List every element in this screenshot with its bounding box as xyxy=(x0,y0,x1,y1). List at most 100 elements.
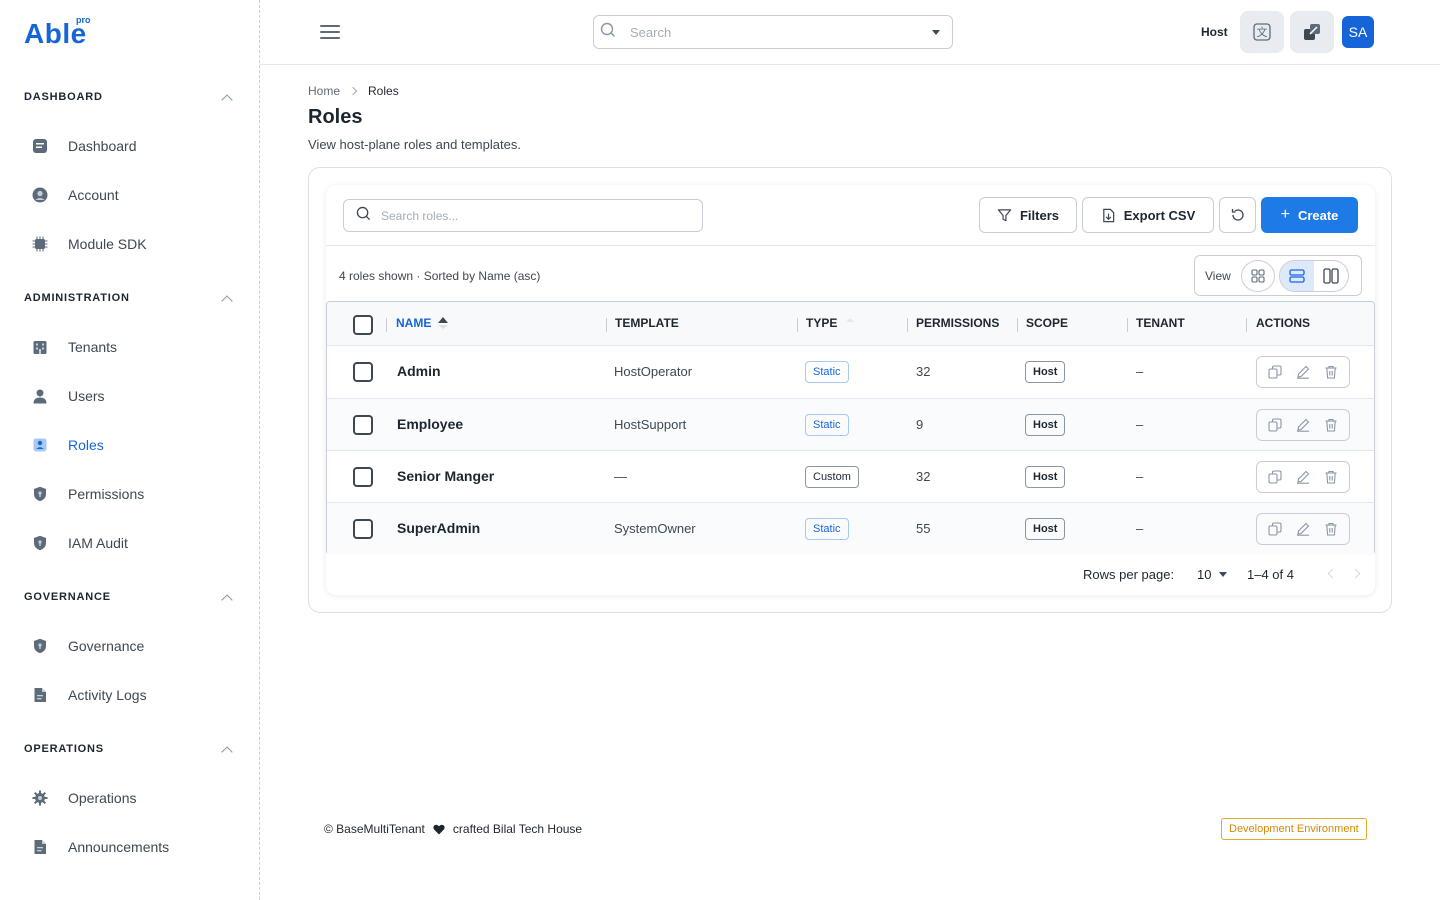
translate-icon: 文 xyxy=(1253,23,1271,41)
scope-badge: Host xyxy=(1025,414,1066,436)
logo[interactable]: Able pro xyxy=(24,15,91,50)
column-header-name[interactable]: NAME xyxy=(396,316,449,330)
edit-icon[interactable] xyxy=(1293,415,1313,435)
role-name[interactable]: Admin xyxy=(397,363,441,379)
sidebar-item-iam-audit[interactable]: IAM Audit xyxy=(24,523,235,563)
filters-button[interactable]: Filters xyxy=(979,197,1077,233)
sidebar-item-account[interactable]: Account xyxy=(24,175,235,215)
sidebar-item-label: Governance xyxy=(68,638,145,654)
type-badge: Static xyxy=(805,361,849,383)
sidebar-item-module-sdk[interactable]: Module SDK xyxy=(24,224,235,264)
filters-label: Filters xyxy=(1019,207,1059,223)
trash-icon[interactable] xyxy=(1321,362,1341,382)
sidebar-item-label: Permissions xyxy=(68,486,145,502)
breadcrumb-home-link[interactable]: Home xyxy=(308,84,340,98)
role-name[interactable]: Senior Manger xyxy=(397,468,494,484)
nav-section-administration[interactable]: ADMINISTRATION xyxy=(24,288,235,308)
host-context-label: Host xyxy=(1201,25,1228,39)
table-row[interactable]: Senior Manger — Custom 32 Host – xyxy=(327,450,1374,503)
sidebar-item-governance[interactable]: Governance xyxy=(24,626,235,666)
export-csv-button[interactable]: Export CSV xyxy=(1082,197,1214,233)
role-tenant: – xyxy=(1136,364,1144,379)
column-header-tenant[interactable]: TENANT xyxy=(1136,316,1185,330)
list-view-button[interactable] xyxy=(1279,260,1314,291)
nav-section-governance[interactable]: GOVERNANCE xyxy=(24,587,235,607)
refresh-button[interactable] xyxy=(1219,197,1256,233)
column-header-type[interactable]: TYPE xyxy=(806,316,855,330)
document-icon xyxy=(24,831,56,863)
sidebar-item-roles[interactable]: Roles xyxy=(24,425,235,465)
user-avatar[interactable]: SA xyxy=(1342,16,1374,48)
sidebar-item-label: Module SDK xyxy=(68,236,147,252)
sidebar-item-activity-logs[interactable]: Activity Logs xyxy=(24,675,235,715)
next-page-icon[interactable] xyxy=(1350,568,1361,579)
external-link-button[interactable] xyxy=(1290,11,1334,53)
edit-icon[interactable] xyxy=(1293,467,1313,487)
copy-icon[interactable] xyxy=(1265,467,1285,487)
search-icon xyxy=(356,206,371,226)
roles-search-input[interactable]: Search roles... xyxy=(343,199,703,232)
global-search-input[interactable]: Search xyxy=(593,15,953,49)
crafted-text[interactable]: crafted Bilal Tech House xyxy=(453,822,582,836)
create-role-button[interactable]: + Create xyxy=(1261,197,1358,233)
type-badge: Static xyxy=(805,414,849,436)
sidebar-item-announcements[interactable]: Announcements xyxy=(24,827,235,867)
row-checkbox[interactable] xyxy=(353,362,373,382)
trash-icon[interactable] xyxy=(1321,467,1341,487)
columns-icon xyxy=(1323,267,1339,284)
rows-per-page-select[interactable]: 10 xyxy=(1197,567,1228,582)
row-checkbox[interactable] xyxy=(353,467,373,487)
row-checkbox[interactable] xyxy=(353,519,373,539)
filter-icon xyxy=(997,208,1012,221)
select-all-checkbox[interactable] xyxy=(353,315,373,335)
nav-section-label: ADMINISTRATION xyxy=(24,292,130,304)
search-placeholder: Search xyxy=(630,24,672,40)
edit-icon[interactable] xyxy=(1293,362,1313,382)
row-actions xyxy=(1256,356,1350,388)
table-row[interactable]: Employee HostSupport Static 9 Host – xyxy=(327,398,1374,451)
row-checkbox[interactable] xyxy=(353,415,373,435)
role-name[interactable]: Employee xyxy=(397,416,463,432)
sidebar-item-users[interactable]: Users xyxy=(24,376,235,416)
sidebar-item-label: Roles xyxy=(68,437,104,453)
rows-per-page-value: 10 xyxy=(1197,567,1212,582)
edit-icon[interactable] xyxy=(1293,519,1313,539)
column-header-template[interactable]: TEMPLATE xyxy=(615,316,679,330)
copy-icon[interactable] xyxy=(1265,362,1285,382)
table-row[interactable]: Admin HostOperator Static 32 Host – xyxy=(327,345,1374,398)
heart-icon xyxy=(433,824,445,834)
grid-view-button[interactable] xyxy=(1240,259,1275,292)
sidebar-item-permissions[interactable]: Permissions xyxy=(24,474,235,514)
menu-toggle-icon[interactable] xyxy=(320,25,340,39)
roles-table-panel: Search roles... Filters Export CSV + Cre… xyxy=(326,185,1375,595)
columns-view-button[interactable] xyxy=(1314,261,1348,291)
scope-badge: Host xyxy=(1025,361,1066,383)
sidebar-item-tenants[interactable]: Tenants xyxy=(24,327,235,367)
copy-icon[interactable] xyxy=(1265,519,1285,539)
prev-page-icon[interactable] xyxy=(1327,568,1338,579)
column-header-scope[interactable]: SCOPE xyxy=(1026,316,1068,330)
nav-section-label: DASHBOARD xyxy=(24,91,103,103)
layout-toggle-group xyxy=(1278,259,1349,292)
view-switcher: View xyxy=(1194,255,1362,296)
sidebar: Able pro DASHBOARD Dashboard Account Mod… xyxy=(0,0,260,900)
sidebar-item-label: Operations xyxy=(68,790,137,806)
trash-icon[interactable] xyxy=(1321,415,1341,435)
table-row[interactable]: SuperAdmin SystemOwner Static 55 Host – xyxy=(327,502,1374,555)
sidebar-item-operations[interactable]: Operations xyxy=(24,778,235,818)
column-header-permissions[interactable]: PERMISSIONS xyxy=(916,316,999,330)
page-title: Roles xyxy=(308,106,363,128)
nav-section-operations[interactable]: OPERATIONS xyxy=(24,739,235,759)
language-button[interactable]: 文 xyxy=(1240,11,1284,53)
role-template: SystemOwner xyxy=(614,521,696,536)
role-name[interactable]: SuperAdmin xyxy=(397,520,480,536)
user-icon xyxy=(24,380,56,412)
external-link-icon xyxy=(1304,24,1320,40)
copy-icon[interactable] xyxy=(1265,415,1285,435)
nav-section-dashboard[interactable]: DASHBOARD xyxy=(24,87,235,107)
column-header-label: TYPE xyxy=(806,316,838,330)
sidebar-item-dashboard[interactable]: Dashboard xyxy=(24,126,235,166)
chevron-up-icon xyxy=(221,294,233,307)
shield-icon xyxy=(24,478,56,510)
trash-icon[interactable] xyxy=(1321,519,1341,539)
